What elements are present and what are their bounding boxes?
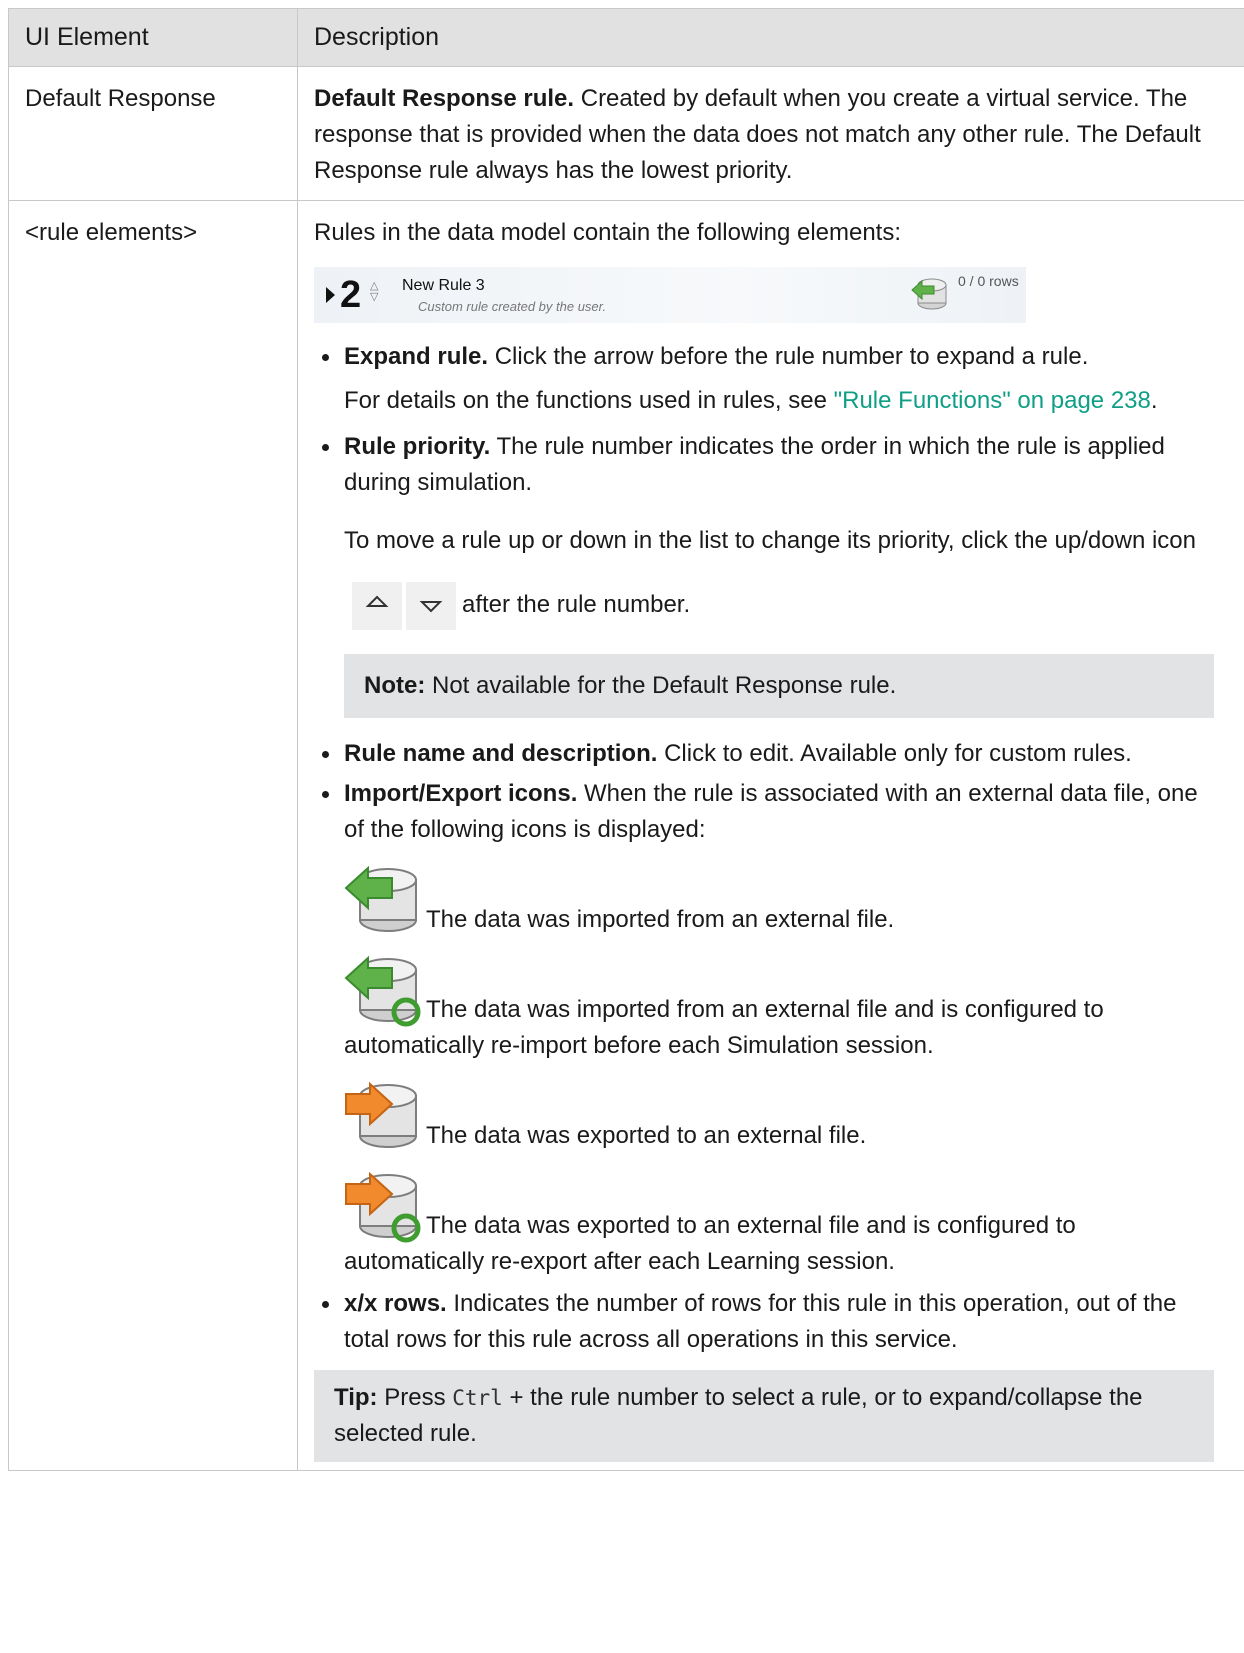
import-icon-line: The data was imported from an external f… (344, 856, 1214, 938)
rows-text: Indicates the number of rows for this ru… (344, 1289, 1177, 1353)
ui-element-table: UI Element Description Default Response … (8, 8, 1244, 1471)
row-name-rule-elements: <rule elements> (8, 200, 298, 1471)
rows-count: 0 / 0 rows (958, 273, 1019, 289)
expand-text: Click the arrow before the rule number t… (488, 343, 1089, 370)
row-desc-rule-elements: Rules in the data model contain the foll… (297, 200, 1244, 1471)
list-item: Import/Export icons. When the rule is as… (322, 776, 1214, 848)
list-item: Expand rule. Click the arrow before the … (322, 339, 1214, 419)
list-item: Rule priority. The rule number indicates… (322, 429, 1214, 718)
database-import-auto-icon (344, 955, 421, 1027)
rule-number: 2 (340, 274, 362, 316)
name-desc-text: Click to edit. Available only for custom… (657, 739, 1132, 767)
note-box: Note: Not available for the Default Resp… (344, 653, 1214, 718)
default-response-lead: Default Response rule. (314, 85, 575, 112)
header-description: Description (297, 8, 1244, 67)
import-auto-icon-text: The data was imported from an external f… (344, 995, 1104, 1059)
rule-elements-intro: Rules in the data model contain the foll… (314, 219, 902, 246)
rule-name: New Rule 3 (402, 277, 485, 294)
export-auto-icon-text: The data was exported to an external fil… (344, 1211, 1076, 1275)
name-desc-lead: Rule name and description. (344, 739, 658, 767)
rule-elements-list: Expand rule. Click the arrow before the … (314, 339, 1214, 848)
import-icon-text: The data was imported from an external f… (426, 905, 895, 933)
list-item: x/x rows. Indicates the number of rows f… (322, 1286, 1214, 1358)
updown-buttons (352, 574, 460, 638)
note-label: Note: (364, 671, 426, 699)
document-page: UI Element Description Default Response … (0, 0, 1244, 1653)
row-name-default-response: Default Response (8, 66, 298, 201)
rule-elements-list-2: x/x rows. Indicates the number of rows f… (314, 1286, 1214, 1358)
note-text: Not available for the Default Response r… (425, 671, 897, 699)
table-row: <rule elements> Rules in the data model … (8, 200, 1244, 1471)
rows-lead: x/x rows. (344, 1289, 447, 1317)
export-icon-text: The data was exported to an external fil… (426, 1121, 867, 1149)
tip-pre: Press (377, 1383, 453, 1411)
database-import-icon (911, 278, 947, 310)
table-row: Default Response Default Response rule. … (8, 66, 1244, 201)
header-ui-element: UI Element (8, 8, 298, 67)
database-import-icon (344, 865, 417, 932)
tip-box: Tip: Press Ctrl + the rule number to sel… (314, 1369, 1214, 1462)
row-desc-default-response: Default Response rule. Created by defaul… (297, 66, 1244, 201)
import-export-lead: Import/Export icons. (344, 779, 578, 807)
priority-move: To move a rule up or down in the list to… (344, 509, 1214, 638)
expand-arrow-icon (326, 287, 335, 303)
move-post: after the rule number. (462, 591, 691, 618)
list-item: Rule name and description. Click to edit… (322, 736, 1214, 772)
rule-header-example: 2 △ ▽ New Rule 3 Custom rule created by t… (314, 267, 1026, 323)
export-icon-line: The data was exported to an external fil… (344, 1072, 1214, 1154)
rule-functions-link[interactable]: "Rule Functions" on page 238 (834, 387, 1151, 414)
ctrl-key: Ctrl (452, 1385, 503, 1410)
tip-label: Tip: (334, 1383, 378, 1411)
expand-lead: Expand rule. (344, 343, 489, 370)
priority-updown-icon: △ ▽ (370, 280, 379, 303)
up-arrow-icon (352, 582, 402, 631)
table-header-row: UI Element Description (8, 8, 1244, 67)
details-post: . (1150, 387, 1158, 414)
expand-details: For details on the functions used in rul… (344, 383, 1214, 419)
down-arrow-icon (406, 582, 456, 631)
import-auto-icon-line: The data was imported from an external f… (344, 946, 1214, 1064)
database-export-auto-icon (345, 1171, 421, 1243)
priority-lead: Rule priority. (344, 433, 491, 460)
rule-description: Custom rule created by the user. (418, 299, 607, 314)
details-pre: For details on the functions used in rul… (344, 387, 834, 414)
move-pre: To move a rule up or down in the list to… (344, 527, 1196, 554)
database-export-icon (345, 1081, 417, 1148)
export-auto-icon-line: The data was exported to an external fil… (344, 1162, 1214, 1280)
